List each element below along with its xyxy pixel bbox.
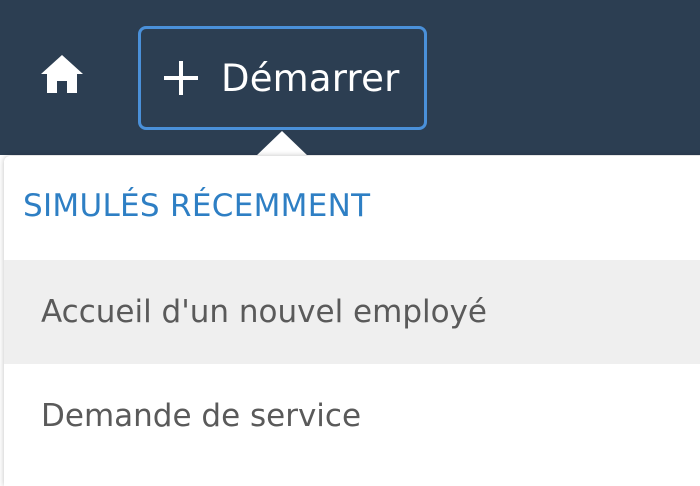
list-item-new-employee-onboarding[interactable]: Accueil d'un nouvel employé: [4, 260, 700, 364]
list-item-label: Demande de service: [41, 398, 362, 434]
home-button[interactable]: [38, 54, 86, 98]
plus-icon: [163, 60, 199, 96]
home-icon: [39, 53, 85, 99]
start-button[interactable]: Démarrer: [138, 26, 427, 130]
dropdown-caret: [255, 131, 309, 157]
top-navigation-bar: Démarrer: [0, 0, 700, 157]
section-title-recently-simulated: SIMULÉS RÉCEMMENT: [23, 188, 371, 224]
list-item-service-request[interactable]: Demande de service: [4, 364, 700, 468]
list-item-label: Accueil d'un nouvel employé: [41, 294, 487, 330]
start-dropdown-menu: SIMULÉS RÉCEMMENT Accueil d'un nouvel em…: [4, 156, 700, 486]
start-button-label: Démarrer: [221, 56, 400, 100]
